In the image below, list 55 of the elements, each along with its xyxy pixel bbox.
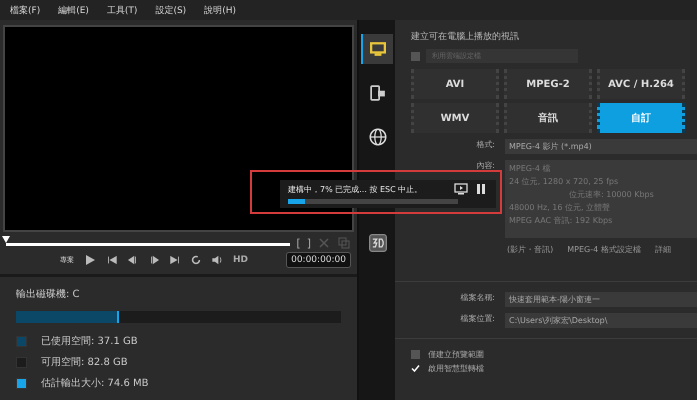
- menu-item[interactable]: 工具(T): [106, 4, 138, 16]
- location-label: 檔案位置:: [459, 313, 495, 324]
- monitor-icon[interactable]: [370, 41, 386, 57]
- hd-toggle[interactable]: HD: [233, 255, 248, 265]
- skip-end-icon[interactable]: [169, 254, 181, 266]
- pause-icon[interactable]: [474, 182, 488, 196]
- mark-in-button[interactable]: [: [296, 236, 301, 250]
- side-tab[interactable]: [361, 34, 393, 64]
- content-line: 位元速率: 10000 Kbps: [568, 189, 655, 200]
- phone-camera-icon[interactable]: [370, 85, 386, 101]
- menu-item[interactable]: 檔案(F): [10, 4, 40, 16]
- content-line: MPEG AAC 音訊: 192 Kbps: [509, 215, 614, 226]
- format-button[interactable]: AVI: [411, 69, 499, 99]
- legend-label: 已使用空間: 37.1 GB: [41, 334, 138, 348]
- volume-icon[interactable]: [211, 254, 224, 266]
- legend-label: 估計輸出大小: 74.6 MB: [41, 376, 148, 390]
- content-line: MPEG-4 檔: [509, 163, 552, 174]
- legend-label: 可用空間: 82.8 GB: [41, 356, 128, 369]
- content-line: 48000 Hz, 16 位元, 立體聲: [509, 202, 612, 213]
- checkbox[interactable]: [411, 350, 420, 359]
- filename-label: 檔案名稱:: [459, 292, 495, 303]
- playhead[interactable]: [2, 236, 10, 243]
- timecode-field[interactable]: 00:00:00:00: [286, 252, 351, 268]
- format-button[interactable]: WMV: [411, 103, 499, 133]
- option-label: 啟用智慧型轉檔: [428, 363, 484, 374]
- checkbox[interactable]: [411, 364, 420, 373]
- menu-item[interactable]: 編輯(E): [58, 4, 89, 16]
- format-button[interactable]: MPEG-2: [504, 69, 592, 99]
- step-back-icon[interactable]: [127, 254, 139, 266]
- repeat-icon[interactable]: [190, 254, 202, 266]
- filename-field[interactable]: 快速套用範本-陽小窗連一: [505, 292, 697, 307]
- content-line: 24 位元, 1280 x 720, 25 fps: [509, 176, 620, 187]
- globe-icon[interactable]: [369, 128, 387, 146]
- mark-out-button[interactable]: ]: [306, 236, 311, 250]
- details-link[interactable]: 詳細: [654, 244, 671, 255]
- section-title: 建立可在電腦上播放的視訊: [411, 30, 520, 43]
- format-button[interactable]: AVC / H.264: [597, 69, 685, 99]
- location-field[interactable]: C:\Users\列家宏\Desktop\: [505, 313, 697, 328]
- menu-item[interactable]: 說明(H): [204, 4, 236, 16]
- format-button[interactable]: 音訊: [504, 103, 592, 133]
- play-icon[interactable]: [83, 253, 97, 267]
- format-field[interactable]: MPEG-4 影片 (*.mp4): [505, 139, 697, 154]
- menu-item[interactable]: 設定(S): [155, 4, 186, 16]
- option-label: 僅建立預覽範圍: [428, 349, 484, 360]
- skip-start-icon[interactable]: [106, 254, 118, 266]
- drive-label: 輸出磁碟機: C: [16, 288, 81, 301]
- content-label: 內容:: [475, 160, 495, 171]
- 3d-icon[interactable]: [369, 234, 387, 252]
- format-label: 格式:: [475, 139, 495, 150]
- profile-name: MPEG-4 格式設定檔: [567, 244, 641, 255]
- preview-monitor-icon[interactable]: [454, 182, 468, 196]
- progress-message: 建構中，7% 已完成... 按 ESC 中止。: [288, 184, 424, 194]
- profile-type: (影片・音訊): [507, 244, 554, 255]
- step-forward-icon[interactable]: [148, 254, 160, 266]
- checkbox[interactable]: [411, 52, 420, 60]
